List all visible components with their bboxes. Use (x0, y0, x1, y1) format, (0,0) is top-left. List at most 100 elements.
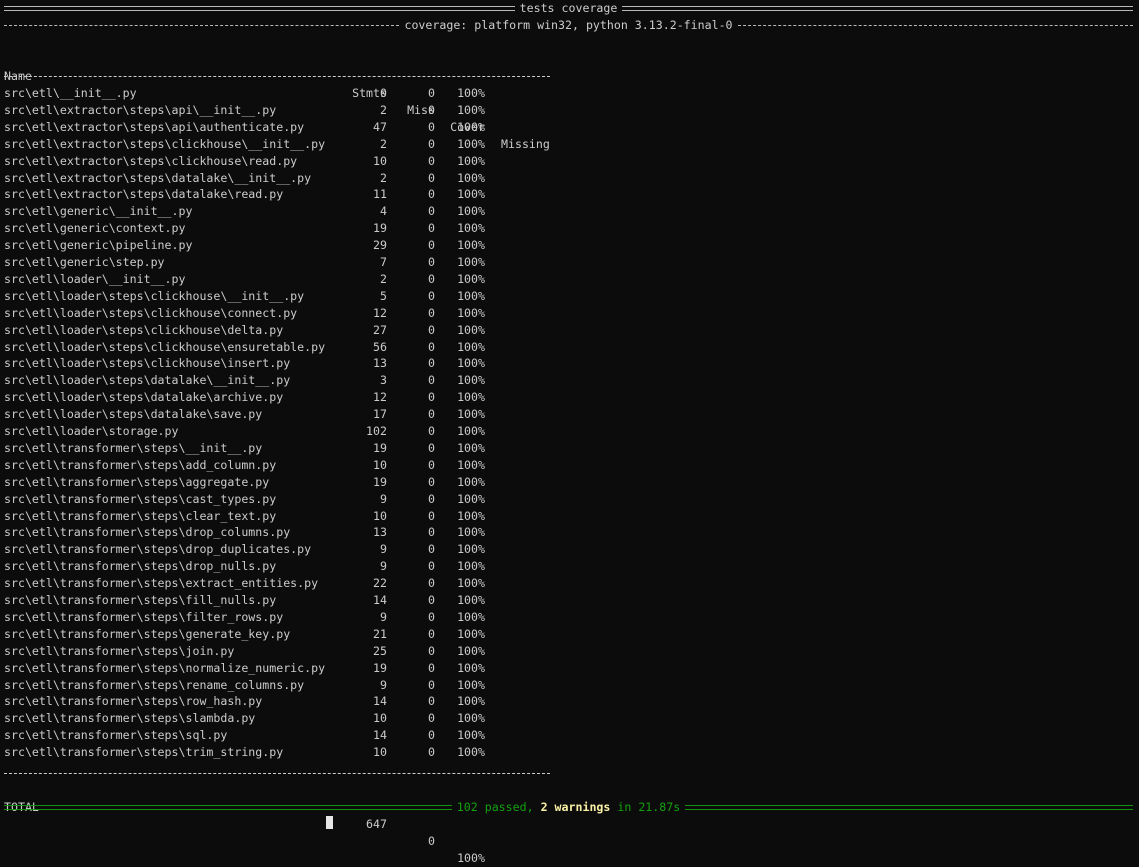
table-row: src\etl\loader\steps\clickhouse\__init__… (4, 288, 604, 305)
table-row: src\etl\__init__.py 0 0 100% (4, 85, 604, 102)
table-row: src\etl\transformer\steps\add_column.py 1… (4, 457, 604, 474)
file-name: src\etl\extractor\steps\api\authenticate… (4, 119, 305, 134)
table-row: src\etl\generic\__init__.py 4 0 100% (4, 203, 604, 220)
cover-value: 100% (457, 677, 485, 692)
command-prompt[interactable] (4, 815, 333, 832)
passed-count: 102 passed (456, 800, 527, 814)
total-row: TOTAL 647 0 100% (4, 782, 604, 865)
cover-value: 100% (457, 86, 485, 100)
file-name: src\etl\transformer\steps\fill_nulls.py (4, 593, 277, 607)
stmts-value: 14 (373, 728, 387, 743)
cover-value: 100% (457, 745, 485, 760)
file-name: src\etl\transformer\steps\generate_key.p… (4, 626, 291, 641)
terminal-window[interactable]: { "header": { "session_title": "tests co… (0, 0, 1139, 865)
file-name: src\etl\transformer\steps\aggregate.py (4, 474, 270, 489)
cover-value: 100% (457, 271, 485, 286)
cover-value: 100% (457, 119, 485, 134)
table-row: src\etl\transformer\steps\__init__.py 19 0… (4, 440, 604, 457)
stmts-value: 9 (380, 542, 387, 557)
miss-value: 0 (428, 694, 435, 709)
stmts-value: 4 (380, 204, 387, 219)
test-summary-rule: 102 passed, 2 warnings in 21.87s (4, 799, 1133, 816)
miss-value: 0 (428, 491, 435, 506)
file-name: src\etl\loader\storage.py (4, 424, 179, 438)
table-row: src\etl\loader\steps\clickhouse\delta.py… (4, 322, 604, 339)
summary-separator: , (526, 800, 534, 814)
file-name: src\etl\transformer\steps\trim_string.py (4, 745, 284, 760)
file-name: src\etl\transformer\steps\sql.py (4, 728, 228, 743)
file-name: src\etl\transformer\steps\__init__.py (4, 440, 263, 455)
file-name: src\etl\extractor\steps\clickhouse\read.… (4, 153, 298, 168)
table-row: src\etl\generic\context.py 19 0 100% (4, 220, 604, 237)
file-name: src\etl\transformer\steps\row_hash.py (4, 694, 263, 709)
stmts-value: 0 (380, 86, 387, 100)
table-row: src\etl\generic\pipeline.py 29 0 100% (4, 237, 604, 254)
cover-value: 100% (457, 525, 485, 540)
table-row: src\etl\transformer\steps\row_hash.py 14 0… (4, 693, 604, 710)
cover-value: 100% (457, 322, 485, 337)
miss-value: 0 (428, 238, 435, 253)
file-name: src\etl\loader\steps\clickhouse\insert.p… (4, 356, 291, 371)
table-row: src\etl\extractor\steps\datalake\__init_… (4, 170, 604, 187)
cover-value: 100% (457, 457, 485, 472)
text-cursor (326, 816, 333, 829)
cover-value: 100% (457, 508, 485, 523)
stmts-value: 12 (373, 390, 387, 405)
miss-value: 0 (428, 136, 435, 151)
stmts-value: 14 (373, 694, 387, 709)
miss-value: 0 (428, 457, 435, 472)
stmts-value: 9 (380, 609, 387, 624)
rule-fill-right (685, 805, 1133, 810)
table-row: src\etl\loader\__init__.py 2 0 100% (4, 271, 604, 288)
cover-value: 100% (457, 660, 485, 675)
cover-value: 100% (457, 711, 485, 726)
file-name: src\etl\transformer\steps\drop_duplicate… (4, 542, 312, 557)
rule-fill-right (737, 25, 1133, 26)
table-row: src\etl\loader\storage.py 102 0 100% (4, 423, 604, 440)
file-name: src\etl\transformer\steps\drop_columns.p… (4, 525, 291, 540)
cover-value: 100% (457, 305, 485, 320)
file-name: src\etl\transformer\steps\filter_rows.py (4, 609, 284, 624)
session-title: tests coverage (519, 1, 618, 15)
stmts-value: 2 (380, 170, 387, 185)
file-name: src\etl\extractor\steps\clickhouse\__ini… (4, 136, 326, 151)
miss-value: 0 (428, 745, 435, 760)
file-name: src\etl\extractor\steps\datalake\__init_… (4, 170, 312, 185)
stmts-value: 21 (373, 626, 387, 641)
stmts-value: 2 (380, 271, 387, 286)
miss-value: 0 (428, 102, 435, 117)
cover-value: 100% (457, 255, 485, 269)
cover-value: 100% (457, 204, 485, 219)
stmts-value: 5 (380, 288, 387, 303)
table-row: src\etl\extractor\steps\clickhouse\__ini… (4, 136, 604, 153)
file-name: src\etl\transformer\steps\clear_text.py (4, 508, 277, 523)
cover-value: 100% (457, 542, 485, 557)
miss-value: 0 (428, 187, 435, 202)
cover-value: 100% (457, 153, 485, 168)
cover-value: 100% (457, 238, 485, 253)
file-name: src\etl\__init__.py (4, 86, 137, 100)
stmts-value: 27 (373, 322, 387, 337)
table-row: src\etl\transformer\steps\extract_entiti… (4, 575, 604, 592)
table-row: src\etl\transformer\steps\cast_types.py 9… (4, 491, 604, 508)
file-name: src\etl\generic\context.py (4, 221, 186, 236)
file-name: src\etl\loader\__init__.py (4, 271, 186, 286)
miss-value: 0 (428, 609, 435, 624)
total-cover: 100% (457, 851, 485, 865)
miss-value: 0 (428, 373, 435, 388)
miss-value: 0 (428, 390, 435, 405)
miss-value: 0 (428, 728, 435, 743)
table-row: src\etl\extractor\steps\api\__init__.py 2… (4, 102, 604, 119)
table-row: src\etl\transformer\steps\generate_key.p… (4, 626, 604, 643)
stmts-value: 19 (373, 440, 387, 455)
stmts-value: 17 (373, 407, 387, 422)
miss-value: 0 (428, 542, 435, 557)
stmts-value: 29 (373, 238, 387, 253)
cover-value: 100% (457, 373, 485, 388)
file-name: src\etl\loader\steps\datalake\archive.py (4, 390, 284, 405)
rule-fill-left (4, 6, 515, 11)
miss-value: 0 (428, 660, 435, 675)
miss-value: 0 (428, 271, 435, 286)
stmts-value: 56 (373, 339, 387, 354)
cover-value: 100% (457, 424, 485, 438)
